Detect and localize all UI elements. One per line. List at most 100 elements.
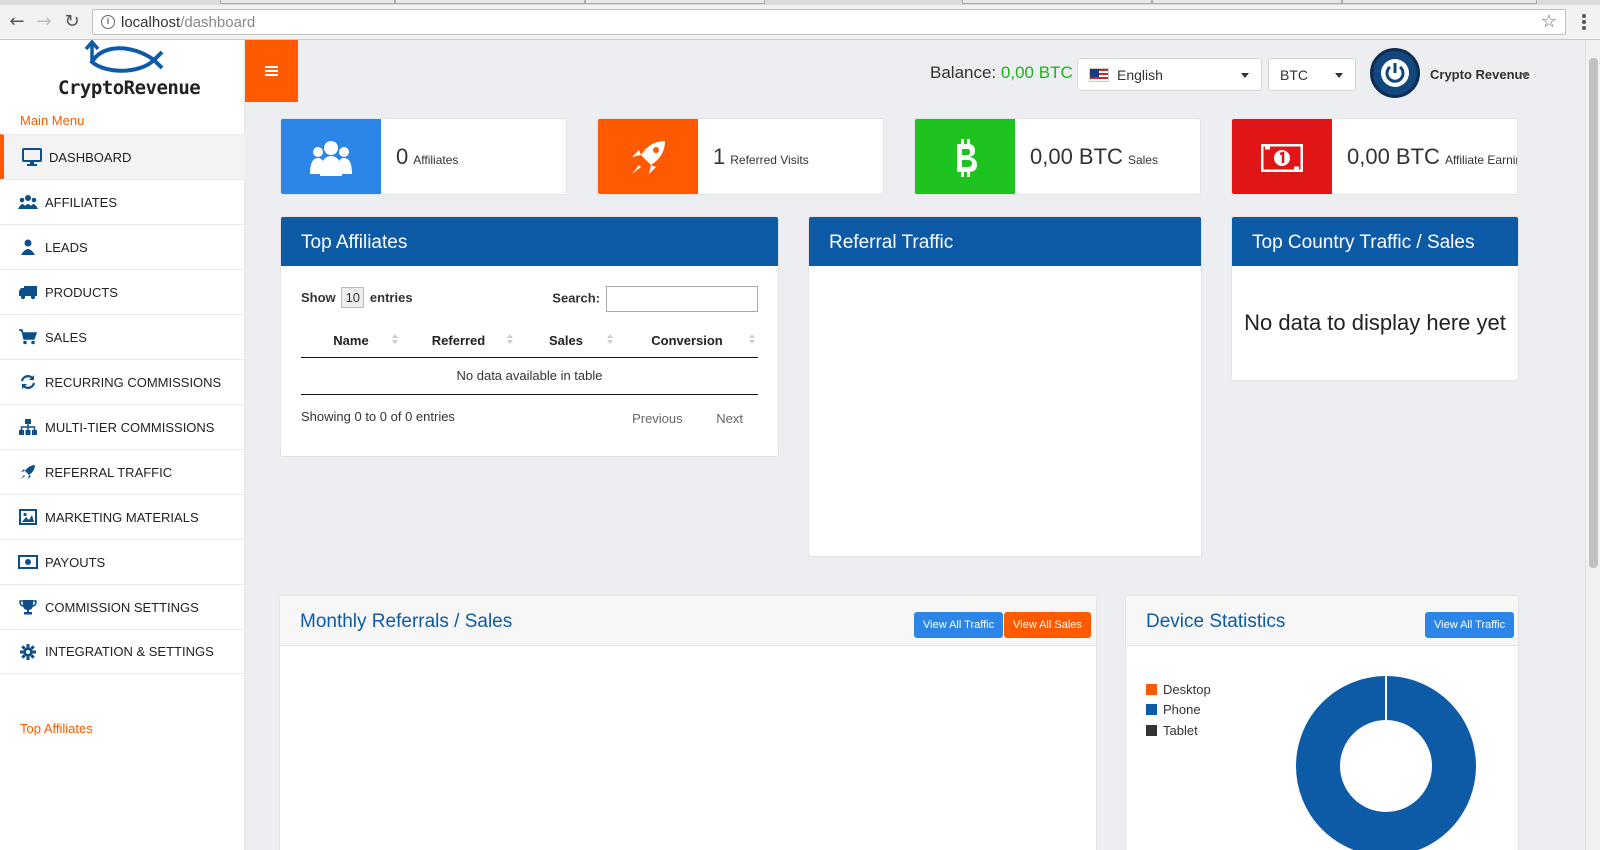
stat-affiliate-earnings: 0,00 BTC Affiliate Earnings: [1347, 144, 1517, 170]
logo[interactable]: CryptoRevenue: [0, 40, 245, 103]
language-select[interactable]: English: [1077, 58, 1262, 91]
address-bar[interactable]: i localhost/dashboard ☆: [92, 9, 1566, 35]
truck-icon: [18, 283, 38, 301]
device-statistics-panel: Device Statistics View All Traffic Deskt…: [1125, 595, 1519, 850]
sidebar-menu: DASHBOARD AFFILIATES LEADS PRODUCTS SALE…: [0, 134, 245, 674]
legend-item-desktop: Desktop: [1146, 679, 1211, 700]
column-header-name[interactable]: Name: [301, 324, 401, 358]
view-all-traffic-button[interactable]: View All Traffic: [1425, 612, 1515, 638]
browser-tab[interactable]: [1342, 0, 1537, 4]
browser-tab[interactable]: [962, 0, 1152, 4]
cart-icon: [18, 328, 38, 346]
reload-icon[interactable]: ↻: [61, 11, 83, 33]
no-data-message: No data to display here yet: [1244, 310, 1506, 335]
view-all-traffic-button[interactable]: View All Traffic: [914, 612, 1004, 638]
sidebar-item-marketing-materials[interactable]: MARKETING MATERIALS: [0, 494, 245, 539]
refresh-icon: [18, 373, 38, 391]
table-info: Showing 0 to 0 of 0 entries: [301, 409, 455, 424]
rocket-icon: [18, 463, 38, 481]
sidebar-item-label: PAYOUTS: [45, 554, 106, 570]
monthly-referrals-panel: Monthly Referrals / Sales View All Traff…: [279, 595, 1097, 850]
desktop-icon: [22, 148, 42, 166]
device-donut-chart[interactable]: [1294, 674, 1480, 850]
us-flag-icon: [1089, 67, 1109, 82]
search-label: Search:: [552, 290, 600, 306]
previous-button[interactable]: Previous: [632, 411, 683, 426]
balance-display: Balance: 0,00 BTC: [930, 63, 1073, 83]
browser-menu-icon[interactable]: [1582, 14, 1586, 30]
browser-tab[interactable]: [1152, 0, 1342, 4]
menu-toggle-button[interactable]: [245, 40, 298, 102]
currency-select[interactable]: BTC: [1268, 58, 1356, 91]
balance-label: Balance:: [930, 63, 997, 82]
user-menu-caret-icon[interactable]: [1521, 73, 1529, 78]
user-icon: [18, 238, 38, 256]
panel-header: Monthly Referrals / Sales View All Traff…: [280, 596, 1096, 646]
bookmark-star-icon[interactable]: ☆: [1541, 11, 1557, 32]
column-header-referred[interactable]: Referred: [401, 324, 516, 358]
sidebar-item-label: COMMISSION SETTINGS: [45, 599, 199, 615]
sidebar-item-integration-settings[interactable]: INTEGRATION & SETTINGS: [0, 629, 245, 674]
logo-text: CryptoRevenue: [58, 77, 201, 99]
sidebar-item-multi-tier-commissions[interactable]: MULTI-TIER COMMISSIONS: [0, 404, 245, 449]
panel-title: Referral Traffic: [809, 217, 1201, 266]
user-name[interactable]: Crypto Revenue: [1430, 67, 1530, 82]
browser-tab[interactable]: [585, 0, 765, 4]
column-header-sales[interactable]: Sales: [516, 324, 616, 358]
sidebar-item-sales[interactable]: SALES: [0, 314, 245, 359]
stat-value: 0: [396, 144, 409, 169]
forward-icon[interactable]: →: [33, 11, 55, 33]
sidebar-top-affiliates-link[interactable]: Top Affiliates: [20, 721, 93, 736]
info-icon[interactable]: i: [101, 15, 115, 29]
affiliates-table: Name Referred Sales Conversion No data a…: [301, 324, 758, 395]
panel-title: Monthly Referrals / Sales: [300, 611, 513, 632]
sidebar-item-label: LEADS: [45, 239, 88, 255]
sidebar-item-referral-traffic[interactable]: REFERRAL TRAFFIC: [0, 449, 245, 494]
sidebar-item-payouts[interactable]: PAYOUTS: [0, 539, 245, 584]
top-affiliates-panel: Top Affiliates Show 10 entries Search: N…: [280, 216, 779, 457]
image-icon: [18, 508, 38, 526]
column-header-conversion[interactable]: Conversion: [616, 324, 758, 358]
sidebar-item-label: MULTI-TIER COMMISSIONS: [45, 419, 215, 435]
avatar[interactable]: [1370, 48, 1420, 98]
scrollbar-thumb[interactable]: [1589, 58, 1598, 568]
stat-label: Sales: [1127, 153, 1158, 167]
chevron-down-icon: [1241, 73, 1249, 78]
stat-sales: 0,00 BTC Sales: [1030, 144, 1158, 170]
stat-card-affiliate-earnings: 0,00 BTC Affiliate Earnings: [1231, 118, 1518, 195]
money-icon: [1232, 119, 1332, 194]
stat-value: 0,00 BTC: [1030, 144, 1123, 169]
stat-label: Affiliates: [413, 153, 459, 167]
chevron-down-icon: [1335, 73, 1343, 78]
search-input[interactable]: [606, 286, 758, 312]
stat-label: Affiliate Earnings: [1444, 153, 1517, 167]
sidebar-item-leads[interactable]: LEADS: [0, 224, 245, 269]
sidebar-item-products[interactable]: PRODUCTS: [0, 269, 245, 314]
entries-select[interactable]: 10: [341, 287, 365, 308]
gear-icon: [18, 643, 38, 661]
next-button[interactable]: Next: [716, 411, 743, 426]
sidebar-item-label: AFFILIATES: [45, 194, 117, 210]
users-icon: [18, 193, 38, 211]
balance-value: 0,00 BTC: [1000, 63, 1073, 82]
browser-tab[interactable]: [395, 0, 585, 4]
sidebar-item-commission-settings[interactable]: COMMISSION SETTINGS: [0, 584, 245, 629]
legend-item-tablet: Tablet: [1146, 720, 1211, 741]
view-all-sales-button[interactable]: View All Sales: [1004, 612, 1091, 638]
sidebar-item-dashboard[interactable]: DASHBOARD: [0, 134, 245, 179]
language-value: English: [1117, 66, 1163, 83]
currency-value: BTC: [1280, 66, 1308, 83]
sidebar-item-affiliates[interactable]: AFFILIATES: [0, 179, 245, 224]
panel-header: Device Statistics View All Traffic: [1126, 596, 1518, 646]
entries-label: entries: [369, 290, 413, 305]
page-scrollbar[interactable]: [1585, 40, 1600, 850]
stat-label: Referred Visits: [730, 153, 809, 167]
legend-swatch: [1146, 724, 1157, 736]
url-text: localhost/dashboard: [121, 14, 256, 31]
browser-tab[interactable]: [220, 0, 395, 4]
referral-traffic-panel: Referral Traffic: [808, 216, 1202, 557]
main-menu-title: Main Menu: [20, 113, 85, 128]
sidebar-item-recurring-commissions[interactable]: RECURRING COMMISSIONS: [0, 359, 245, 404]
back-icon[interactable]: ←: [6, 11, 28, 33]
empty-table-message: No data available in table: [301, 357, 758, 395]
